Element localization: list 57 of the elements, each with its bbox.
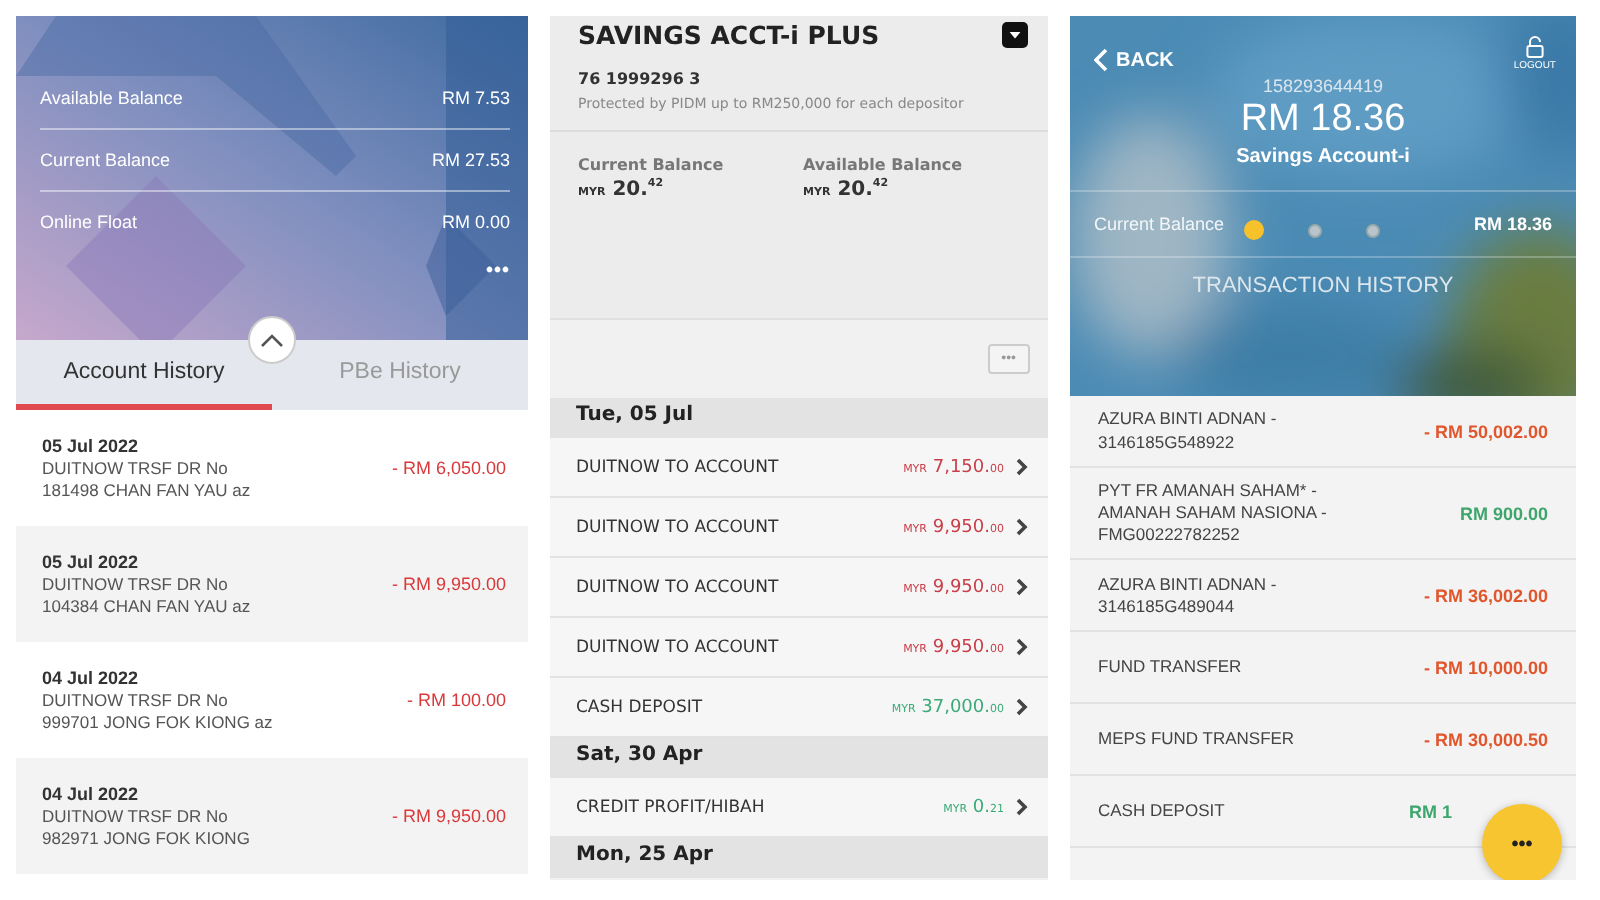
padlock-icon	[1525, 36, 1544, 58]
collapse-button[interactable]	[248, 316, 296, 364]
transaction-description: CASH DEPOSIT	[1098, 800, 1227, 823]
balance-value: RM 18.36	[1473, 214, 1552, 234]
transaction-date: 04 Jul 2022	[42, 783, 141, 804]
chevron-right-icon	[1016, 698, 1028, 716]
date-header: Sat, 30 Apr	[550, 738, 1048, 778]
chevron-right-icon	[1016, 638, 1028, 656]
transaction-amount: - RM 6,050.00	[391, 458, 506, 478]
transaction-description: PYT FR AMANAH SAHAM* - AMANAH SAHAM NASIONA - FMG00222782252	[1098, 480, 1329, 547]
account-number: 76 1999296 3	[578, 70, 703, 88]
transaction-amount: - RM 9,950.00	[391, 806, 506, 826]
transaction-description: DUITNOW TRSF DR No 181498 CHAN FAN YAU az	[42, 457, 253, 501]
transaction-date: 05 Jul 2022	[42, 551, 141, 572]
balance-label: Available Balance	[40, 88, 183, 108]
transaction-description: AZURA BINTI ADNAN - 3146185G548922	[1098, 408, 1279, 454]
balance-label: Current Balance	[1094, 214, 1225, 234]
date-header: Tue, 05 Jul	[550, 398, 1048, 438]
balance-label: Current Balance	[578, 156, 726, 175]
transaction-amount: - RM 10,000.00	[1423, 657, 1548, 678]
date-header: Mon, 25 Apr	[550, 838, 1048, 878]
chevron-left-icon	[1094, 48, 1108, 72]
account-name: Savings Account-i	[1236, 146, 1410, 168]
transaction-description: MEPS FUND TRANSFER	[1098, 728, 1297, 751]
transaction-description: DUITNOW TRSF DR No 104384 CHAN FAN YAU az	[42, 573, 253, 617]
balance-value: RM 27.53	[431, 150, 510, 170]
balance-label: Current Balance	[40, 150, 171, 170]
chevron-right-icon	[1016, 578, 1028, 596]
more-button[interactable]: •••	[1482, 804, 1562, 880]
back-button[interactable]: BACK	[1094, 48, 1174, 72]
transaction-description: AZURA BINTI ADNAN - 3146185G489044	[1098, 573, 1279, 618]
account-title: SAVINGS ACCT-i PLUS	[578, 20, 880, 50]
transaction-date: 05 Jul 2022	[42, 435, 141, 456]
transaction-description: FUND TRANSFER	[1098, 656, 1244, 679]
chevron-right-icon	[1016, 518, 1028, 536]
more-button[interactable]: •••	[485, 260, 510, 282]
chevron-right-icon	[1016, 798, 1028, 816]
account-balance: RM 18.36	[1240, 98, 1406, 142]
transaction-amount: - RM 9,950.00	[391, 574, 506, 594]
transaction-amount: - RM 30,000.50	[1423, 729, 1548, 750]
transaction-amount: - RM 36,002.00	[1423, 585, 1548, 606]
account-number: 158293644419	[1262, 76, 1384, 96]
chevron-up-icon	[260, 332, 284, 348]
balance-value: RM 7.53	[441, 88, 510, 108]
transaction-amount: RM 900.00	[1459, 503, 1548, 524]
chevron-right-icon	[1016, 458, 1028, 476]
transaction-description: DUITNOW TRSF DR No 982971 JONG FOK KIONG	[42, 805, 252, 849]
balance-value: RM 0.00	[441, 212, 510, 232]
transaction-date: 04 Jul 2022	[42, 667, 141, 688]
transaction-amount: RM 1	[1408, 801, 1452, 822]
transaction-amount: - RM 50,002.00	[1423, 421, 1548, 441]
balance-label: Available Balance	[803, 156, 965, 175]
section-title: TRANSACTION HISTORY	[1192, 274, 1454, 298]
transaction-amount: - RM 100.00	[406, 690, 506, 710]
transaction-description: DUITNOW TRSF DR No 999701 JONG FOK KIONG az	[42, 689, 275, 733]
dropdown-icon[interactable]	[1002, 22, 1028, 48]
balance-label: Online Float	[40, 212, 138, 232]
